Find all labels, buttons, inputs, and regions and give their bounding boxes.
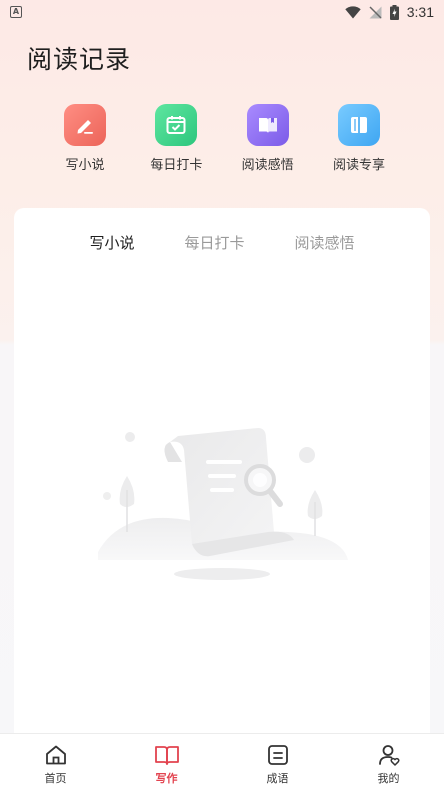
nav-item-home[interactable]: 首页 <box>0 734 111 789</box>
shortcut-label: 阅读感悟 <box>241 158 294 173</box>
nav-label: 我的 <box>377 772 400 785</box>
nav-label: 成语 <box>266 772 289 785</box>
shortcut-write-novel[interactable]: 写小说 <box>42 104 128 173</box>
nav-item-profile[interactable]: 我的 <box>333 734 444 789</box>
user-heart-icon <box>376 742 402 768</box>
pen-icon <box>64 104 106 146</box>
nav-item-writing[interactable]: 写作 <box>111 734 222 789</box>
shortcut-reading-insight[interactable]: 阅读感悟 <box>225 104 311 173</box>
status-time: 3:31 <box>406 4 434 20</box>
list-box-icon <box>265 742 291 768</box>
nav-label: 首页 <box>44 772 67 785</box>
content-card: 写小说 每日打卡 阅读感悟 <box>14 208 430 768</box>
tab-reading-insight[interactable]: 阅读感悟 <box>295 232 355 253</box>
tab-daily-checkin[interactable]: 每日打卡 <box>184 232 244 253</box>
shortcut-label: 写小说 <box>65 158 105 173</box>
book-icon <box>337 104 380 146</box>
shortcut-label: 每日打卡 <box>150 158 203 173</box>
shortcut-reading-exclusive[interactable]: 阅读专享 <box>316 104 402 173</box>
tab-bar: 写小说 每日打卡 阅读感悟 <box>14 232 430 253</box>
tab-write-novel[interactable]: 写小说 <box>89 232 134 253</box>
nav-label: 写作 <box>155 772 178 785</box>
calendar-check-icon <box>155 104 198 146</box>
status-bar: A 3:31 <box>0 0 444 24</box>
bottom-nav: 首页 写作 成语 我的 <box>0 733 444 789</box>
shortcut-label: 阅读专享 <box>332 158 385 173</box>
empty-document-search-icon <box>98 420 348 584</box>
page-title: 阅读记录 <box>27 45 132 74</box>
shortcut-daily-checkin[interactable]: 每日打卡 <box>133 104 219 173</box>
open-book-icon <box>246 104 289 146</box>
no-signal-icon <box>369 5 382 19</box>
shortcut-grid: 写小说 每日打卡 阅读感悟 阅读专享 <box>42 104 402 173</box>
home-icon <box>43 742 69 768</box>
wifi-icon <box>345 5 361 19</box>
battery-charging-icon <box>389 4 399 20</box>
book-icon <box>154 742 180 768</box>
app-notification-icon: A <box>10 6 22 18</box>
nav-item-idioms[interactable]: 成语 <box>222 734 333 789</box>
